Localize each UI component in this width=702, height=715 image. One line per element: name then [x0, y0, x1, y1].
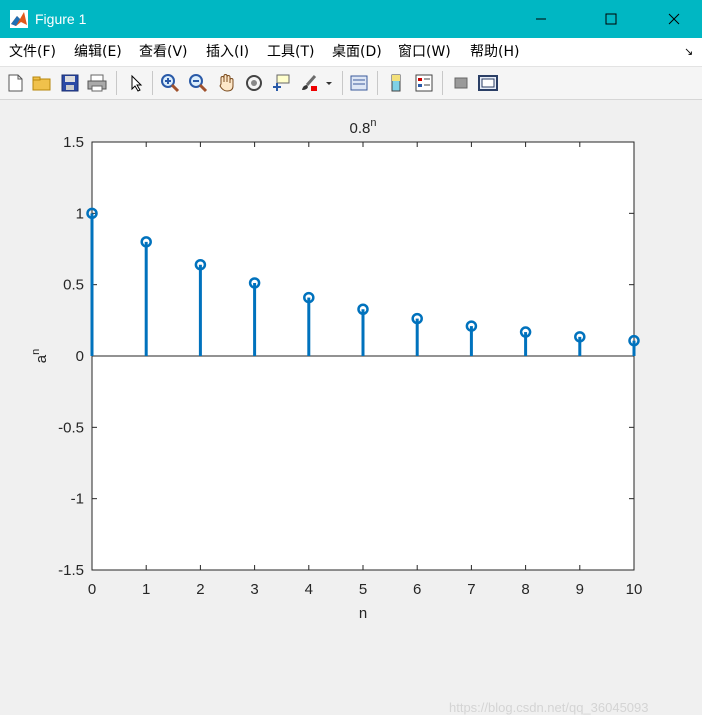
link-plot-icon[interactable]: [348, 72, 370, 94]
rotate-3d-icon[interactable]: [243, 72, 265, 94]
x-tick-label: 7: [467, 581, 475, 598]
open-folder-icon[interactable]: [31, 72, 53, 94]
zoom-out-icon[interactable]: [187, 72, 209, 94]
watermark-text: https://blog.csdn.net/qq_36045093: [449, 700, 649, 715]
y-tick-label: -0.5: [58, 419, 84, 436]
pointer-icon[interactable]: [125, 72, 147, 94]
close-icon: [668, 13, 680, 25]
menu-insert[interactable]: 插入(I): [206, 44, 249, 60]
menu-file[interactable]: 文件(F): [9, 44, 56, 60]
menu-help[interactable]: 帮助(H): [470, 44, 519, 60]
minimize-icon: [536, 18, 546, 20]
brush-dropdown-icon[interactable]: [322, 72, 336, 94]
maximize-button[interactable]: [588, 0, 634, 38]
x-tick-label: 5: [359, 581, 367, 598]
x-tick-label: 10: [626, 581, 643, 598]
y-tick-label: -1: [71, 491, 84, 508]
y-tick-label: 0.5: [63, 277, 84, 294]
window-titlebar: Figure 1: [0, 0, 702, 38]
x-tick-label: 0: [88, 581, 96, 598]
legend-icon[interactable]: [413, 72, 435, 94]
menu-tools[interactable]: 工具(T): [267, 44, 314, 60]
y-axis-label: an: [30, 349, 50, 363]
window-title: Figure 1: [35, 11, 87, 27]
zoom-in-icon[interactable]: [159, 72, 181, 94]
save-icon[interactable]: [59, 72, 81, 94]
x-tick-label: 6: [413, 581, 421, 598]
minimize-button[interactable]: [518, 0, 564, 38]
x-tick-label: 2: [196, 581, 204, 598]
data-cursor-icon[interactable]: [270, 72, 292, 94]
y-tick-label: 1.5: [63, 134, 84, 151]
y-tick-label: -1.5: [58, 562, 84, 579]
pan-hand-icon[interactable]: [215, 72, 237, 94]
stem-plot[interactable]: 1.5 1 0.5 0 -0.5 -1 -1.5 0 1 2 3 4 5 6 7 8 9 10 0.8n n a…: [0, 100, 702, 628]
close-button[interactable]: [651, 0, 697, 38]
x-axis-label: n: [359, 605, 367, 622]
chart-title: 0.8n: [350, 117, 377, 137]
matlab-logo-icon: [10, 10, 28, 28]
menu-bar: 文件(F) 编辑(E) 查看(V) 插入(I) 工具(T) 桌面(D) 窗口(W…: [0, 38, 702, 67]
y-tick-label: 0: [76, 348, 84, 365]
colorbar-icon[interactable]: [385, 72, 407, 94]
menu-edit[interactable]: 编辑(E): [74, 44, 122, 60]
figure-toolbar: [0, 67, 702, 100]
show-plot-tools-icon[interactable]: [477, 72, 499, 94]
x-tick-label: 9: [576, 581, 584, 598]
x-tick-label: 4: [305, 581, 313, 598]
new-file-icon[interactable]: [4, 72, 26, 94]
menu-window[interactable]: 窗口(W): [398, 44, 451, 60]
x-tick-label: 8: [521, 581, 529, 598]
print-icon[interactable]: [86, 72, 108, 94]
x-tick-label: 1: [142, 581, 150, 598]
figure-canvas[interactable]: 1.5 1 0.5 0 -0.5 -1 -1.5 0 1 2 3 4 5 6 7 8 9 10 0.8n n a…: [0, 100, 702, 715]
hide-plot-tools-icon[interactable]: [450, 72, 472, 94]
y-tick-label: 1: [76, 205, 84, 222]
maximize-icon: [605, 13, 617, 25]
x-tick-label: 3: [250, 581, 258, 598]
menu-desktop[interactable]: 桌面(D): [332, 44, 382, 60]
menu-view[interactable]: 查看(V): [139, 44, 188, 60]
dock-arrow-icon[interactable]: ↘: [684, 45, 693, 58]
brush-icon[interactable]: [298, 72, 320, 94]
